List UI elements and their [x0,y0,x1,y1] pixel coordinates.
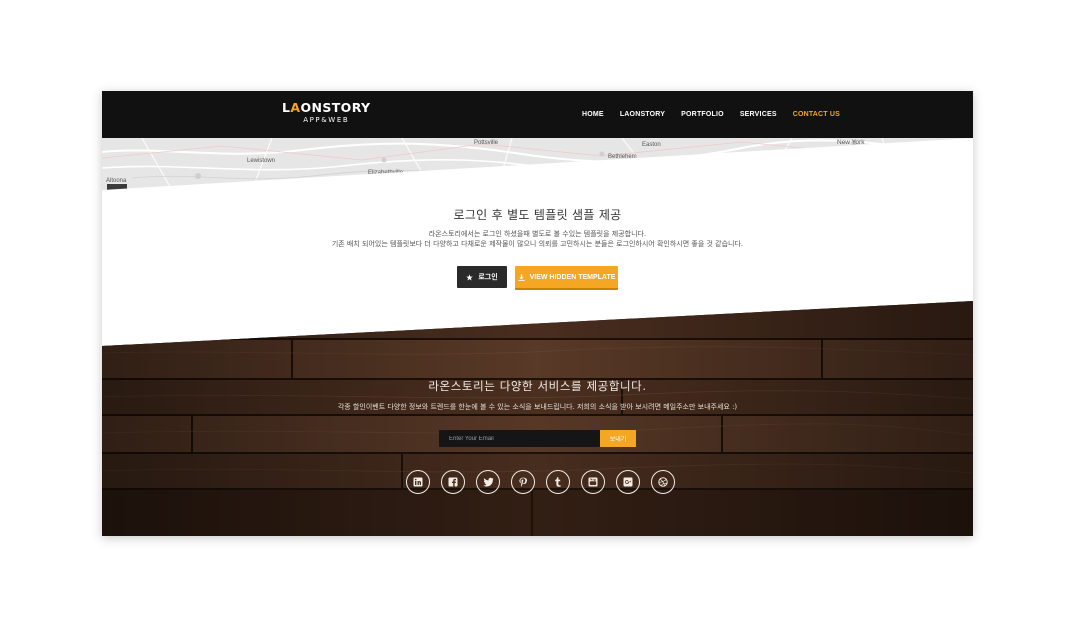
subscribe-title: 라온스토리는 다양한 서비스를 제공합니다. [428,379,647,393]
template-section-title: 로그인 후 별도 템플릿 샘플 제공 [453,208,622,222]
star-icon [466,273,474,281]
login-button-label: 로그인 [478,273,498,281]
logo-accent: A [290,100,301,115]
map-background: Altoona Pottsville Bethlehem Easton Lewi… [102,138,973,190]
site-logo[interactable]: LAONSTORY APP&WEB [282,101,371,125]
youtube-link[interactable] [581,470,605,494]
email-input[interactable] [439,430,600,447]
nav-portfolio[interactable]: PORTFOLIO [681,111,724,118]
site-header: LAONSTORY APP&WEB HOME LAONSTORY PORTFOL… [102,91,973,138]
pinterest-icon [519,477,527,487]
view-hidden-template-label: VIEW HIDDEN TEMPLATE [529,273,616,281]
download-icon [517,273,525,281]
social-links [406,470,675,494]
view-hidden-template-button[interactable]: VIEW HIDDEN TEMPLATE [515,266,618,288]
twitter-link[interactable] [476,470,500,494]
nav-laonstory[interactable]: LAONSTORY [620,111,665,118]
wood-background [102,301,973,536]
page-frame: LAONSTORY APP&WEB HOME LAONSTORY PORTFOL… [102,91,973,536]
google-plus-link[interactable] [616,470,640,494]
pinterest-link[interactable] [511,470,535,494]
login-button[interactable]: 로그인 [457,266,507,288]
logo-rest: ONSTORY [300,100,371,115]
template-desc-line1: 라온스토리에서는 로그인 하셨을때 별도로 볼 수있는 템플릿을 제공합니다. [428,230,647,238]
nav-services[interactable]: SERVICES [740,111,777,118]
linkedin-link[interactable] [406,470,430,494]
google-plus-icon [623,477,633,487]
facebook-icon [448,477,458,487]
template-desc-line2: 기존 배치 되어있는 템플릿보다 더 다양하고 다채로운 제작물이 많으니 의뢰… [331,240,744,248]
nav-home[interactable]: HOME [582,111,604,118]
send-button[interactable]: 보내기 [600,430,636,447]
twitter-icon [482,477,493,487]
map-diagonal-cut [102,138,973,190]
tumblr-icon [555,477,561,487]
youtube-icon [588,477,598,487]
dribbble-icon [658,477,668,487]
logo-subtitle: APP&WEB [303,116,350,124]
logo-wordmark: LAONSTORY [282,101,371,115]
facebook-link[interactable] [441,470,465,494]
tumblr-link[interactable] [546,470,570,494]
nav-contact-us[interactable]: CONTACT US [793,111,840,118]
main-nav: HOME LAONSTORY PORTFOLIO SERVICES CONTAC… [582,91,840,138]
linkedin-icon [413,477,423,487]
dribbble-link[interactable] [651,470,675,494]
subscribe-description: 각종 할인이벤트 다양한 정보와 트렌드를 한눈에 볼 수 있는 소식을 보내드… [337,403,738,411]
